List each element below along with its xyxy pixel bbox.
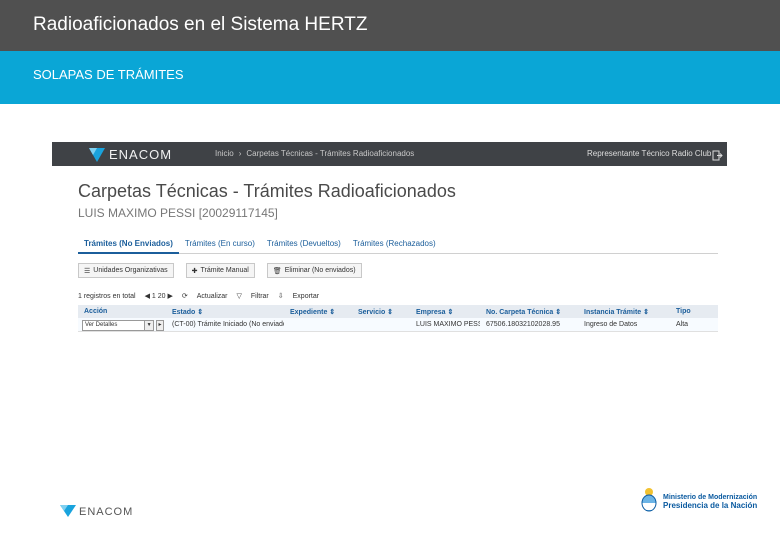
app-logo-text: ENACOM [109,146,173,162]
list-icon: ☰ [84,267,91,275]
action-select-value: Ver Detalles [85,322,118,328]
enacom-logo-icon [88,145,106,163]
units-button-label: Unidades Organizativas [93,267,168,274]
manual-button-label: Trámite Manual [200,267,249,274]
page-content: Carpetas Técnicas - Trámites Radioaficio… [62,172,727,370]
column-header[interactable]: Tipo [670,305,718,318]
tipo-cell: Alta [676,321,689,328]
toolbar: ☰ Unidades Organizativas ✚ Trámite Manua… [78,263,362,279]
footer-logo-text: ENACOM [79,506,134,518]
manual-button[interactable]: ✚ Trámite Manual [185,263,255,278]
app-navbar: ENACOM Inicio › Carpetas Técnicas - Trám… [52,142,727,166]
export-icon: ⇩ [277,293,284,300]
expediente-cell [284,318,352,331]
subtitle-bar: SOLAPAS DE TRÁMITES [0,51,780,104]
breadcrumb-separator: › [238,149,242,158]
servicio-cell [352,318,410,331]
column-header[interactable]: No. Carpeta Técnica ⇕ [480,305,578,318]
chevron-down-icon: ▼ [144,321,154,330]
tab-no-enviados[interactable]: Trámites (No Enviados) [78,234,179,254]
column-header[interactable]: Estado ⇕ [166,305,284,318]
ministry-logo: Ministerio de Modernización Presidencia … [640,487,757,517]
tab-devueltos[interactable]: Trámites (Devueltos) [261,234,347,254]
logout-icon[interactable] [712,148,723,161]
record-count: 1 registros en total [78,292,136,300]
action-select[interactable]: Ver Detalles ▼ [82,320,155,331]
tab-rechazados[interactable]: Trámites (Rechazados) [347,234,442,254]
slide-subtitle: SOLAPAS DE TRÁMITES [33,67,184,82]
carpeta-cell: 67506.18032102028.95 [486,321,560,328]
title-bar: Radioaficionados en el Sistema HERTZ [0,0,780,51]
ministry-text: Ministerio de Modernización Presidencia … [663,494,757,510]
coat-of-arms-icon [640,487,658,518]
units-button[interactable]: ☰ Unidades Organizativas [78,263,174,278]
column-header[interactable]: Empresa ⇕ [410,305,480,318]
filter-button[interactable]: Filtrar [251,293,269,300]
empresa-cell: LUIS MAXIMO PESSI [416,321,480,328]
ministry-line2: Presidencia de la Nación [663,501,758,510]
ministry-line1: Ministerio de Modernización [663,494,758,501]
grid-header: Acción Estado ⇕ Expediente ⇕ Servicio ⇕ … [78,305,718,318]
breadcrumb-current: Carpetas Técnicas - Trámites Radioaficio… [246,149,415,158]
action-cell: Ver Detalles ▼ ▸ [78,318,166,331]
delete-button-label: Eliminar (No enviados) [284,267,356,274]
delete-button[interactable]: 🗑 Eliminar (No enviados) [266,263,362,278]
column-header: Acción [84,308,108,315]
estado-cell: (CT-00) Trámite Iniciado (No enviado) [172,321,284,328]
breadcrumb: Inicio › Carpetas Técnicas - Trámites Ra… [215,149,414,158]
app-logo[interactable]: ENACOM [88,144,172,164]
breadcrumb-home[interactable]: Inicio [215,149,234,158]
page-title: Carpetas Técnicas - Trámites Radioaficio… [78,181,456,201]
slide-title: Radioaficionados en el Sistema HERTZ [33,14,368,35]
instancia-cell: Ingreso de Datos [584,321,638,328]
trash-icon: 🗑 [272,267,282,275]
filter-icon: ▽ [236,293,242,300]
plus-icon: ✚ [191,267,198,275]
refresh-button[interactable]: Actualizar [197,293,228,300]
app-screenshot: ENACOM Inicio › Carpetas Técnicas - Trám… [52,142,727,370]
user-role[interactable]: Representante Técnico Radio Club [587,149,711,158]
page-subtitle: LUIS MAXIMO PESSI [20029117145] [78,206,278,220]
column-header[interactable]: Servicio ⇕ [352,305,410,318]
page-nav[interactable]: ◀ 1 20 ▶ [145,292,173,300]
pager: 1 registros en total ◀ 1 20 ▶ ⟳ Actualiz… [78,289,718,303]
export-button[interactable]: Exportar [293,293,319,300]
table-row[interactable]: Ver Detalles ▼ ▸ (CT-00) Trámite Iniciad… [78,318,718,332]
column-header[interactable]: Expediente ⇕ [284,305,352,318]
column-header[interactable]: Instancia Trámite ⇕ [578,305,670,318]
tab-bar: Trámites (No Enviados) Trámites (En curs… [78,234,718,254]
go-icon[interactable]: ▸ [156,320,164,331]
tab-en-curso[interactable]: Trámites (En curso) [179,234,261,254]
enacom-logo-icon [60,503,76,522]
slide: Radioaficionados en el Sistema HERTZ SOL… [0,0,780,540]
footer-logo: ENACOM [60,503,133,521]
refresh-icon: ⟳ [181,293,188,300]
